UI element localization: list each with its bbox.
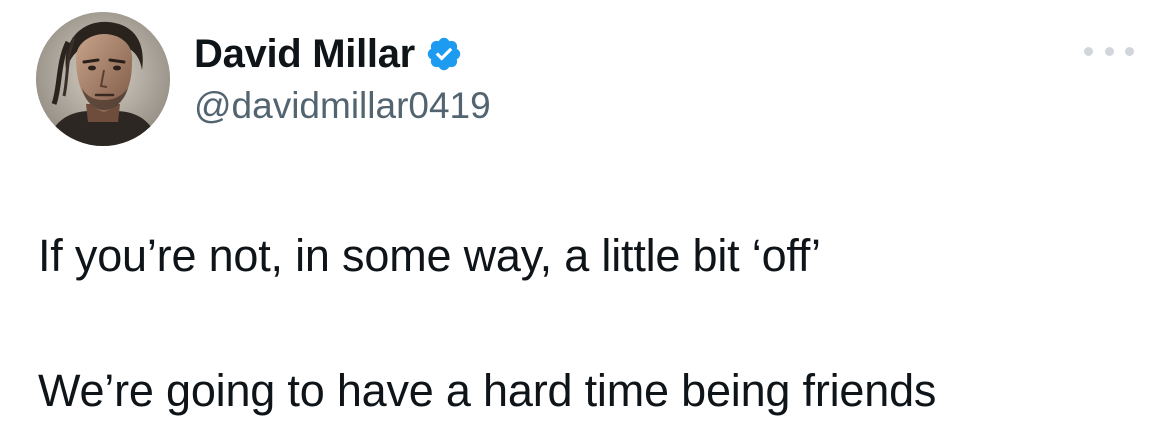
- tweet-card: David Millar @davidmillar0419 If you’re …: [0, 0, 1170, 439]
- verified-badge-icon[interactable]: [425, 35, 463, 73]
- more-horizontal-icon: [1084, 46, 1134, 56]
- author-name-row: David Millar: [194, 30, 463, 78]
- more-dot: [1104, 46, 1114, 56]
- author-handle[interactable]: @davidmillar0419: [194, 84, 491, 128]
- tweet-text-line: If you’re not, in some way, a little bit…: [38, 230, 821, 281]
- avatar-photo: [36, 12, 170, 146]
- avatar[interactable]: [36, 12, 170, 146]
- more-options-button[interactable]: [1080, 36, 1138, 66]
- tweet-text-line: We’re going to have a hard time being fr…: [38, 365, 937, 416]
- more-dot: [1125, 46, 1134, 56]
- more-dot: [1084, 46, 1093, 56]
- display-name[interactable]: David Millar: [194, 30, 415, 78]
